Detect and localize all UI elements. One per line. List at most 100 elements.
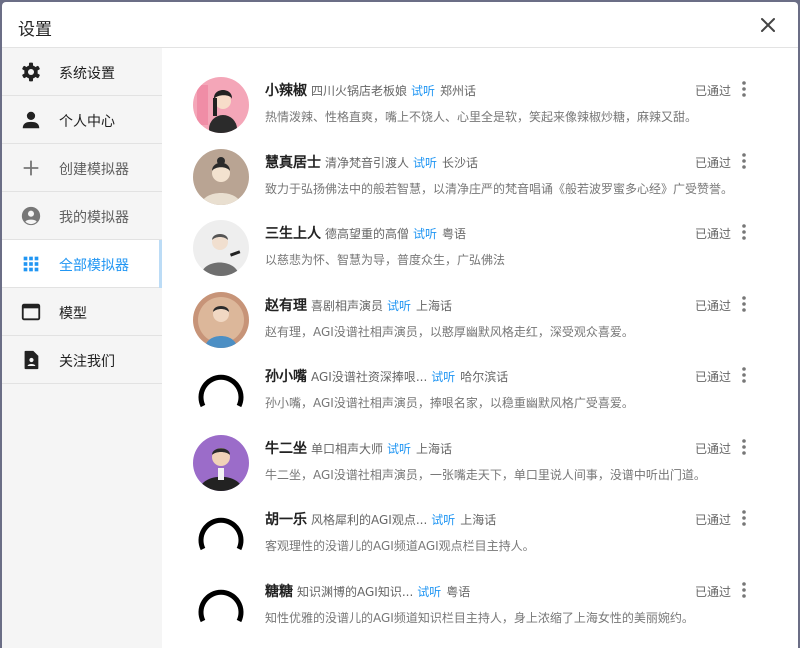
dialect-label: 郑州话 [440, 84, 477, 98]
dialect-label: 哈尔滨话 [460, 370, 509, 384]
simulator-name: 牛二坐 [265, 441, 307, 457]
close-icon[interactable] [756, 13, 780, 37]
list-item[interactable]: 糖糖 知识渊博的AGI知识... 试听 粤语 知性优雅的没谱儿的AGI频道知识栏目主持… [162, 566, 798, 637]
simulator-role: 德高望重的高僧 [325, 227, 410, 241]
avatar [193, 77, 249, 133]
sidebar-item-create-simulator[interactable]: 创建模拟器 [2, 144, 162, 192]
simulator-role: 知识渊博的AGI知识... [297, 585, 414, 599]
gear-icon [22, 62, 40, 82]
list-item[interactable]: 小辣椒 四川火锅店老板娘 试听 郑州话 热情泼辣、性格直爽，嘴上不饶人、心里全是软，笑… [162, 65, 798, 136]
sidebar-item-label: 创建模拟器 [59, 162, 129, 178]
status-badge: 已通过 [695, 370, 732, 384]
more-vert-icon[interactable] [737, 580, 751, 600]
listen-link[interactable]: 试听 [413, 227, 437, 241]
simulator-role: 单口相声大师 [311, 442, 384, 456]
simulator-name: 赵有理 [265, 298, 307, 314]
more-vert-icon[interactable] [737, 151, 751, 171]
more-vert-icon[interactable] [737, 437, 751, 457]
sidebar-item-system-settings[interactable]: 系统设置 [2, 48, 162, 96]
name-line: 糖糖 知识渊博的AGI知识... 试听 粤语 [265, 581, 685, 601]
simulator-description: 致力于弘扬佛法中的般若智慧，以清净庄严的梵音唱诵《般若波罗蜜多心经》广受赞誉。 [265, 182, 734, 196]
status-badge: 已通过 [695, 585, 732, 599]
simulator-role: 风格犀利的AGI观点... [311, 513, 428, 527]
account-circle-icon [21, 206, 41, 226]
name-line: 赵有理 喜剧相声演员 试听 上海话 [265, 295, 685, 315]
list-item[interactable]: 牛二坐 单口相声大师 试听 上海话 牛二坐，AGI没谱社相声演员，一张嘴走天下，单口里… [162, 423, 798, 494]
loading-spinner-icon [198, 374, 244, 408]
plus-icon [23, 160, 39, 176]
name-line: 小辣椒 四川火锅店老板娘 试听 郑州话 [265, 80, 685, 100]
name-line: 孙小嘴 AGI没谱社资深捧哏... 试听 哈尔滨话 [265, 366, 685, 386]
dialog-titlebar: 设置 [2, 2, 798, 48]
loading-spinner-icon [198, 589, 244, 623]
more-vert-icon[interactable] [737, 222, 751, 242]
dialect-label: 粤语 [446, 585, 471, 599]
sidebar-item-label: 个人中心 [59, 114, 115, 130]
simulator-description: 知性优雅的没谱儿的AGI频道知识栏目主持人，身上浓缩了上海女性的美丽婉约。 [265, 611, 694, 625]
simulator-name: 小辣椒 [265, 83, 307, 99]
simulator-name: 慧真居士 [265, 155, 321, 171]
simulator-name: 胡一乐 [265, 512, 307, 528]
more-vert-icon[interactable] [737, 294, 751, 314]
list-item[interactable]: 胡一乐 风格犀利的AGI观点... 试听 上海话 客观理性的没谱儿的AGI频道AGI观… [162, 494, 798, 565]
dialect-label: 长沙话 [442, 156, 479, 170]
status-badge: 已通过 [695, 84, 732, 98]
status-badge: 已通过 [695, 442, 732, 456]
more-vert-icon[interactable] [737, 508, 751, 528]
list-item[interactable]: 赵有理 喜剧相声演员 试听 上海话 赵有理，AGI没谱社相声演员，以憨厚幽默风格走红，… [162, 280, 798, 351]
name-line: 慧真居士 清净梵音引渡人 试听 长沙话 [265, 152, 685, 172]
sidebar-item-label: 我的模拟器 [59, 210, 129, 226]
sidebar-item-models[interactable]: 模型 [2, 288, 162, 336]
avatar [193, 220, 249, 276]
status-badge: 已通过 [695, 156, 732, 170]
avatar [193, 149, 249, 205]
dialog-title: 设置 [18, 20, 52, 40]
loading-spinner-icon [198, 517, 244, 551]
contact-card-icon [24, 350, 39, 370]
simulator-role: 清净梵音引渡人 [325, 156, 410, 170]
listen-link[interactable]: 试听 [417, 585, 441, 599]
listen-link[interactable]: 试听 [431, 370, 455, 384]
list-item[interactable]: 孙小嘴 AGI没谱社资深捧哏... 试听 哈尔滨话 孙小嘴，AGI没谱社相声演员，捧哏… [162, 351, 798, 422]
dialect-label: 上海话 [460, 513, 497, 527]
person-icon [22, 111, 40, 129]
grid-icon [23, 256, 39, 272]
status-badge: 已通过 [695, 227, 732, 241]
simulator-description: 孙小嘴，AGI没谱社相声演员，捧哏名家，以稳重幽默风格广受喜爱。 [265, 396, 634, 410]
more-vert-icon[interactable] [737, 365, 751, 385]
sidebar-item-label: 系统设置 [59, 66, 115, 82]
settings-dialog: 设置 系统设置 个人中心 创建模拟器 我的模拟器 全部模拟器 模型 关注我们 小… [2, 2, 798, 648]
sidebar-item-label: 全部模拟器 [59, 258, 129, 274]
simulator-description: 牛二坐，AGI没谱社相声演员，一张嘴走天下，单口里说人间事，没谱中听出门道。 [265, 468, 706, 482]
sidebar: 系统设置 个人中心 创建模拟器 我的模拟器 全部模拟器 模型 关注我们 [2, 48, 162, 648]
status-badge: 已通过 [695, 299, 732, 313]
name-line: 胡一乐 风格犀利的AGI观点... 试听 上海话 [265, 509, 685, 529]
sidebar-item-personal-center[interactable]: 个人中心 [2, 96, 162, 144]
listen-link[interactable]: 试听 [431, 513, 455, 527]
dialect-label: 粤语 [442, 227, 467, 241]
simulator-description: 客观理性的没谱儿的AGI频道AGI观点栏目主持人。 [265, 539, 535, 553]
listen-link[interactable]: 试听 [413, 156, 437, 170]
simulator-description: 赵有理，AGI没谱社相声演员，以憨厚幽默风格走红，深受观众喜爱。 [265, 325, 634, 339]
name-line: 牛二坐 单口相声大师 试听 上海话 [265, 438, 685, 458]
sidebar-item-label: 关注我们 [59, 354, 115, 370]
listen-link[interactable]: 试听 [387, 299, 411, 313]
listen-link[interactable]: 试听 [387, 442, 411, 456]
simulator-role: AGI没谱社资深捧哏... [311, 370, 428, 384]
avatar [193, 292, 249, 348]
more-vert-icon[interactable] [737, 79, 751, 99]
simulator-description: 以慈悲为怀、智慧为导，普度众生，广弘佛法 [265, 253, 506, 267]
sidebar-item-my-simulators[interactable]: 我的模拟器 [2, 192, 162, 240]
list-item[interactable]: 三生上人 德高望重的高僧 试听 粤语 以慈悲为怀、智慧为导，普度众生，广弘佛法 已通过 [162, 208, 798, 279]
list-item[interactable]: 慧真居士 清净梵音引渡人 试听 长沙话 致力于弘扬佛法中的般若智慧，以清净庄严的梵音唱… [162, 137, 798, 208]
sidebar-item-follow-us[interactable]: 关注我们 [2, 336, 162, 384]
name-line: 三生上人 德高望重的高僧 试听 粤语 [265, 223, 685, 243]
window-icon [21, 303, 41, 321]
listen-link[interactable]: 试听 [411, 84, 435, 98]
simulator-name: 三生上人 [265, 226, 321, 242]
simulator-role: 四川火锅店老板娘 [311, 84, 408, 98]
avatar [193, 435, 249, 491]
dialect-label: 上海话 [416, 299, 453, 313]
status-badge: 已通过 [695, 513, 732, 527]
sidebar-item-all-simulators[interactable]: 全部模拟器 [2, 240, 162, 288]
